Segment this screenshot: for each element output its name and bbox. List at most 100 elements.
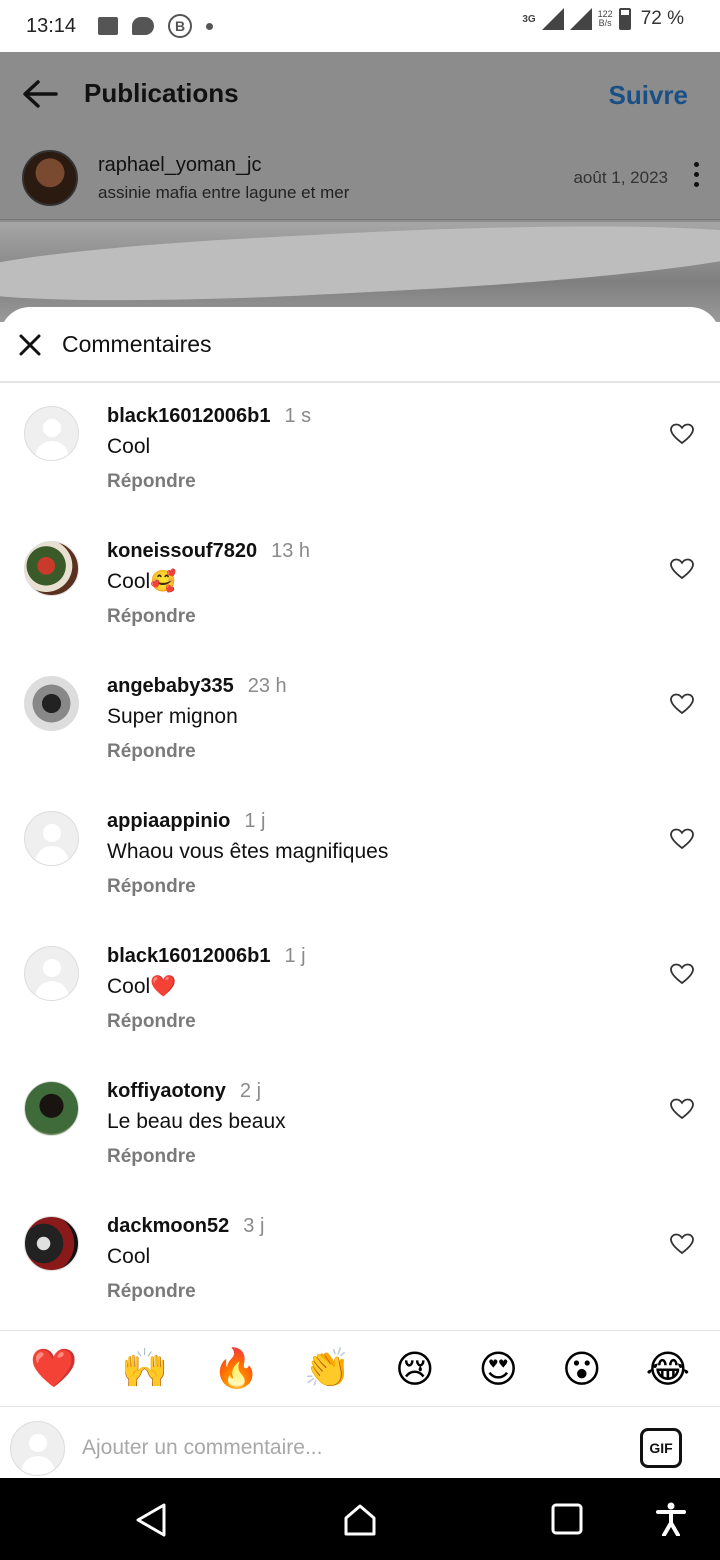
sheet-header: Commentaires [0,307,720,383]
network-type: 3G [522,13,536,25]
author-username[interactable]: raphael_yoman_jc [98,154,261,177]
comment-username-text[interactable]: black16012006b1 [107,405,270,427]
comment-time: 1 j [284,945,306,967]
comment-avatar[interactable] [24,946,79,1001]
system-navigation-bar [0,1478,720,1560]
comment-time: 23 h [247,675,287,697]
post-location[interactable]: assinie mafia entre lagune et mer [98,183,349,203]
comment-username[interactable]: dackmoon52 3 j [107,1215,264,1238]
comment-text: Le beau des beaux [107,1110,286,1133]
like-heart-icon[interactable] [670,693,694,715]
comment-time: 2 j [239,1080,262,1102]
gallery-notification-icon [98,17,119,35]
comment-username[interactable]: koneissouf7820 13 h [107,540,310,563]
comment-text: Cool [107,1245,151,1268]
post-date: août 1, 2023 [573,168,668,187]
comments-list: black16012006b1 1 s Cool Répondre koneiss… [0,385,720,1330]
like-heart-icon[interactable] [670,1233,694,1255]
back-nav-icon[interactable] [134,1502,168,1538]
like-heart-icon[interactable] [670,828,694,850]
comment-input[interactable] [82,1430,602,1466]
emoji-crying-face[interactable]: 😢 [395,1347,435,1391]
emoji-surprised-face[interactable]: 😮 [562,1347,602,1391]
emoji-reaction-bar: ❤️ 🙌 🔥 👏 😢 😍 😮 😂 [0,1330,720,1407]
emoji-raising-hands[interactable]: 🙌 [121,1346,168,1391]
comment-time: 3 j [243,1215,265,1237]
reply-button[interactable]: Répondre [107,741,196,763]
comment-item: black16012006b1 1 s Cool Répondre [0,385,720,520]
signal-icon-2 [569,8,592,30]
comment-item: appiaappinio 1 j Whaou vous êtes magnifiq… [0,790,720,925]
comment-text: Cool🥰 [107,570,177,593]
like-heart-icon[interactable] [670,423,694,445]
comment-username[interactable]: appiaappinio 1 j [107,810,265,833]
comment-avatar[interactable] [24,811,79,866]
close-icon[interactable] [18,333,42,357]
comment-item: koffiyaotony 2 j Le beau des beaux Répond… [0,1060,720,1195]
sheet-title: Commentaires [62,331,212,357]
comment-item: dackmoon52 3 j Cool Répondre [0,1195,720,1330]
comment-text: Cool [107,435,151,458]
back-arrow-icon[interactable] [20,74,60,114]
more-notifications-icon [206,22,214,30]
notification-icons: B [98,14,214,38]
comment-username-text[interactable]: appiaappinio [107,810,230,832]
status-time: 13:14 [26,14,77,37]
battery-level: 72 % [640,8,684,29]
like-heart-icon[interactable] [670,1098,694,1120]
net-speed: 122 B/s [598,10,613,28]
chat-notification-icon [132,17,155,35]
reply-button[interactable]: Répondre [107,1146,196,1168]
like-heart-icon[interactable] [670,558,694,580]
system-icons: 3G 122 B/s 72 % [522,8,684,30]
comment-username-text[interactable]: koffiyaotony [107,1080,226,1102]
reply-button[interactable]: Répondre [107,876,196,898]
comment-time: 1 j [244,810,266,832]
gif-button[interactable]: GIF [640,1428,682,1468]
battery-icon [618,8,631,30]
emoji-fire[interactable]: 🔥 [212,1346,259,1391]
emoji-clapping-hands[interactable]: 👏 [304,1346,351,1391]
comment-username-text[interactable]: dackmoon52 [107,1215,229,1237]
follow-button[interactable]: Suivre [609,80,689,111]
comment-item: black16012006b1 1 j Cool❤️ Répondre [0,925,720,1060]
comment-item: koneissouf7820 13 h Cool🥰 Répondre [0,520,720,655]
reply-button[interactable]: Répondre [107,1281,196,1303]
accessibility-icon[interactable] [656,1502,686,1536]
author-avatar[interactable] [22,150,78,206]
comment-avatar[interactable] [24,1081,79,1136]
emoji-red-heart[interactable]: ❤️ [30,1346,77,1391]
comment-username-text[interactable]: koneissouf7820 [107,540,257,562]
comment-username[interactable]: black16012006b1 1 s [107,405,311,428]
comment-avatar[interactable] [24,541,79,596]
recents-nav-icon[interactable] [550,1502,584,1536]
reply-button[interactable]: Répondre [107,471,196,493]
home-nav-icon[interactable] [342,1502,378,1538]
comment-username[interactable]: angebaby335 23 h [107,675,287,698]
comment-text: Super mignon [107,705,238,728]
my-avatar [10,1421,65,1476]
comment-avatar[interactable] [24,676,79,731]
comment-time: 1 s [284,405,312,427]
reply-button[interactable]: Répondre [107,606,196,628]
comment-item: angebaby335 23 h Super mignon Répondre [0,655,720,790]
like-heart-icon[interactable] [670,963,694,985]
comment-username[interactable]: koffiyaotony 2 j [107,1080,261,1103]
comment-time: 13 h [271,540,311,562]
signal-icon [541,8,564,30]
comment-username-text[interactable]: black16012006b1 [107,945,270,967]
comment-avatar[interactable] [24,1216,79,1271]
page-title: Publications [84,78,239,108]
comments-sheet: Commentaires black16012006b1 1 s Cool Rép… [0,307,720,1478]
status-bar: 13:14 B 3G 122 B/s 72 % [0,0,720,52]
top-app-bar: Publications Suivre [0,52,720,134]
more-options-icon[interactable] [692,162,700,192]
reply-button[interactable]: Répondre [107,1011,196,1033]
comment-avatar[interactable] [24,406,79,461]
net-speed-unit: B/s [598,18,612,28]
comment-username[interactable]: black16012006b1 1 j [107,945,306,968]
emoji-heart-eyes[interactable]: 😍 [479,1347,519,1391]
emoji-tears-of-joy[interactable]: 😂 [646,1347,690,1391]
comment-username-text[interactable]: angebaby335 [107,675,234,697]
post-author-row: raphael_yoman_jc assinie mafia entre lag… [0,138,720,220]
